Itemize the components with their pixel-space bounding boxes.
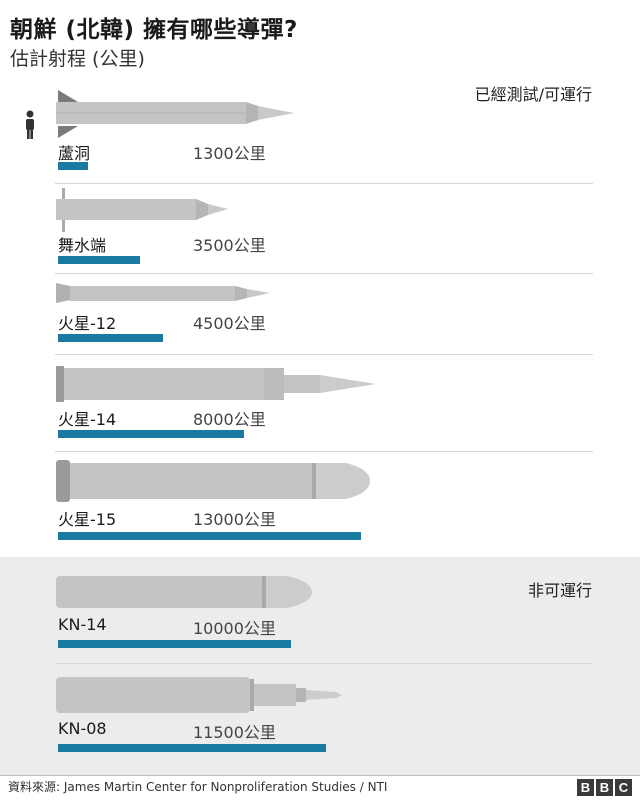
range-label: 11500公里: [193, 723, 276, 742]
footer-divider: [0, 775, 640, 776]
row-divider: [55, 451, 593, 452]
range-bar: [58, 430, 244, 438]
missile-name: 火星-15: [58, 510, 117, 529]
row-divider: [55, 663, 593, 664]
range-bar: [58, 256, 140, 264]
range-bar: [58, 640, 291, 648]
missile-name: KN-08: [58, 719, 107, 738]
missile-name: KN-14: [58, 615, 107, 634]
missile-kn08-illustration: [56, 677, 342, 713]
missile-hwasong14-illustration: [56, 366, 376, 402]
missile-musudan-illustration: [56, 188, 228, 232]
range-bar: [58, 162, 88, 170]
missile-name: 蘆洞: [58, 144, 91, 163]
row-divider: [55, 183, 593, 184]
source-note: 資料來源: James Martin Center for Nonprolife…: [8, 780, 388, 794]
range-label: 1300公里: [193, 144, 266, 163]
missile-name: 火星-14: [58, 410, 117, 429]
missile-hwasong12-illustration: [56, 283, 270, 303]
range-bar: [58, 744, 326, 752]
missile-nodong-illustration: [56, 90, 294, 138]
range-label: 3500公里: [193, 236, 266, 255]
range-bar: [58, 334, 163, 342]
range-label: 4500公里: [193, 314, 266, 333]
bbc-logo-letter: B: [577, 779, 594, 796]
chart-subtitle: 估計射程 (公里): [10, 48, 145, 70]
bbc-logo: B B C: [577, 779, 632, 796]
range-bar: [58, 532, 361, 540]
missile-hwasong15-illustration: [56, 460, 370, 502]
range-label: 8000公里: [193, 410, 266, 429]
missile-name: 舞水端: [58, 236, 107, 255]
row-divider: [55, 273, 593, 274]
bbc-logo-letter: C: [615, 779, 632, 796]
range-label: 10000公里: [193, 619, 276, 638]
chart-title: 朝鮮 (北韓) 擁有哪些導彈?: [10, 17, 298, 43]
range-label: 13000公里: [193, 510, 276, 529]
missile-kn14-illustration: [56, 576, 312, 608]
missile-name: 火星-12: [58, 314, 117, 333]
bbc-logo-letter: B: [596, 779, 613, 796]
row-divider: [55, 354, 593, 355]
